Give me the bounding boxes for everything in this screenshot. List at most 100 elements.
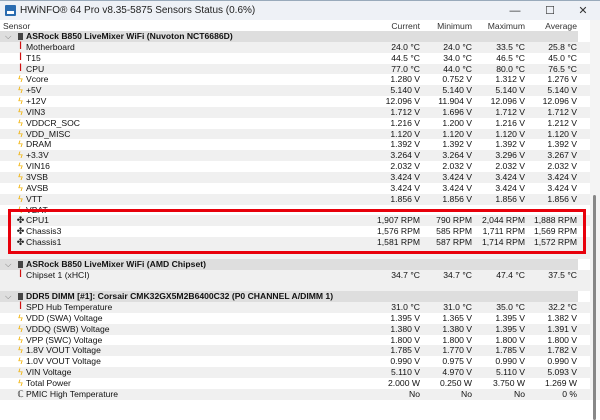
maximize-button[interactable]: ☐ [535,3,565,19]
value-average: 1.856 V [547,193,577,204]
value-average: 12.096 V [542,96,577,107]
chip-icon [18,260,23,268]
column-maximum[interactable]: Maximum [465,21,525,31]
column-minimum[interactable]: Minimum [412,21,472,31]
chevron-down-icon[interactable]: ⌵ [5,291,12,302]
thermometer-icon: ǀ [19,51,22,63]
value-maximum: 5.140 V [495,85,525,96]
value-average: 1.212 V [547,117,577,128]
value-average: 5.140 V [547,85,577,96]
value-maximum: 80.0 °C [496,63,525,74]
value-minimum: 3.264 V [442,150,472,161]
value-minimum: No [461,388,472,399]
section-header[interactable]: ⌵ ASRock B850 LiveMixer WiFi (AMD Chipset… [0,258,578,270]
sensor-row[interactable]: ϟ Vcore 1.280 V 0.752 V 1.312 V 1.276 V [0,74,590,85]
sensor-label: Chipset 1 (xHCI) [26,269,90,280]
column-sensor[interactable]: Sensor [3,21,30,31]
sensor-row[interactable]: ϟ VDDCR_SOC 1.216 V 1.200 V 1.216 V 1.212 V [0,118,590,129]
section-header[interactable]: ⌵ ASRock B850 LiveMixer WiFi (Nuvoton NCT… [0,31,578,42]
value-current: 1.120 V [390,128,420,139]
value-current: 34.7 °C [391,269,420,280]
value-minimum: 5.140 V [442,85,472,96]
value-maximum: 1.785 V [495,345,525,356]
sensor-row[interactable]: ǀ SPD Hub Temperature 31.0 °C 31.0 °C 35.0 °… [0,301,590,313]
value-minimum: 1.856 V [442,193,472,204]
bolt-icon: ϟ [18,193,23,204]
scrollbar[interactable] [590,20,600,420]
section-header[interactable]: ⌵ DDR5 DIMM [#1]: Corsair CMK32GX5M2B6400… [0,291,578,303]
sensor-label: DRAM [26,139,52,150]
sensor-row[interactable]: ǀ Chipset 1 (xHCI) 34.7 °C 34.7 °C 47.4 °C 37… [0,269,590,281]
sensor-row[interactable]: ϟ VIN Voltage 5.110 V 4.970 V 5.110 V 5.093 V [0,367,590,378]
sensor-row[interactable]: ℂ PMIC High Temperature No No No 0 % [0,388,590,400]
scrollbar-thumb[interactable] [593,195,596,420]
value-maximum: 1.395 V [495,323,525,334]
sensor-row[interactable]: ϟ Total Power 2.000 W 0.250 W 3.750 W 1.269 W [0,378,590,389]
sensor-label: +5V [26,85,42,96]
value-maximum: 5.110 V [496,367,525,378]
value-minimum: 0.752 V [442,74,472,85]
sensor-row[interactable]: ϟ 3VSB 3.424 V 3.424 V 3.424 V 3.424 V [0,171,590,183]
value-average: 1.269 W [544,378,577,388]
sensor-row[interactable]: ϟ VDD (SWA) Voltage 1.395 V 1.365 V 1.395 V 1… [0,313,590,324]
value-current: 2.000 W [387,378,420,388]
chevron-down-icon[interactable]: ⌵ [5,31,12,42]
value-maximum: 3.296 V [495,150,525,161]
column-average[interactable]: Average [517,21,577,31]
sensor-row[interactable]: ϟ +3.3V 3.264 V 3.264 V 3.296 V 3.267 V [0,150,590,162]
minimize-button[interactable]: — [500,3,530,19]
sensor-row[interactable]: ϟ VDDQ (SWB) Voltage 1.380 V 1.380 V 1.395 V… [0,323,590,335]
value-minimum: 1.392 V [442,139,472,150]
sensor-row[interactable]: ǀ T15 44.5 °C 34.0 °C 46.5 °C 45.0 °C [0,51,590,64]
value-current: 5.140 V [390,85,420,96]
column-current[interactable]: Current [360,21,420,31]
value-current: 1.856 V [390,193,420,204]
sensor-label: Motherboard [26,41,75,52]
value-minimum: 34.7 °C [443,269,472,280]
sensor-row[interactable]: ϟ AVSB 3.424 V 3.424 V 3.424 V 3.424 V [0,183,590,194]
value-current: 1.800 V [390,334,420,345]
window-title: HWiNFO® 64 Pro v8.35-5875 Sensors Status… [20,5,256,16]
sensor-row[interactable]: ϟ VPP (SWC) Voltage 1.800 V 1.800 V 1.800 V 1… [0,335,590,346]
sensor-row[interactable]: ϟ VIN3 1.712 V 1.696 V 1.712 V 1.712 V [0,106,590,118]
value-minimum: 0.975 V [442,356,472,367]
sensor-row[interactable]: ϟ DRAM 1.392 V 1.392 V 1.392 V 1.392 V [0,139,590,150]
sensor-label: VDD (SWA) Voltage [26,312,103,323]
value-average: 5.093 V [547,367,577,378]
value-average: 37.5 °C [548,269,577,280]
value-maximum: 33.5 °C [496,41,525,52]
value-current: 3.424 V [390,171,420,182]
sensor-label: 3VSB [26,171,48,182]
value-average: 3.424 V [547,182,577,193]
value-minimum: 31.0 °C [443,302,472,313]
sensor-row[interactable]: ϟ 1.0V VOUT Voltage 0.990 V 0.975 V 0.990 V 0… [0,356,590,367]
thermometer-icon: ǀ [19,301,22,313]
sensor-row[interactable]: ǀ CPU 77.0 °C 44.0 °C 80.0 °C 76.5 °C [0,63,590,75]
bolt-icon: ϟ [18,182,23,193]
value-current: 12.096 V [385,96,420,107]
chevron-down-icon[interactable]: ⌵ [5,259,12,270]
sensor-row[interactable]: ϟ VIN16 2.032 V 2.032 V 2.032 V 2.032 V [0,161,590,172]
sensor-row[interactable]: ϟ VDD_MISC 1.120 V 1.120 V 1.120 V 1.120 V [0,128,590,140]
section-label: ASRock B850 LiveMixer WiFi (Nuvoton NCT6… [26,31,233,41]
sensor-row[interactable]: ǀ Motherboard 24.0 °C 24.0 °C 33.5 °C 25.8 °C [0,41,590,53]
value-average: 25.8 °C [548,41,577,52]
value-maximum: 1.856 V [495,193,525,204]
sensor-label: CPU [26,63,45,74]
value-minimum: 34.0 °C [443,52,472,63]
sensor-label: +12V [26,96,47,107]
value-maximum: 47.4 °C [496,269,525,280]
value-minimum: 1.800 V [442,334,472,345]
value-current: 1.380 V [390,323,420,334]
close-button[interactable]: ✕ [568,3,598,19]
value-maximum: 12.096 V [490,96,525,107]
sensor-row[interactable]: ϟ VTT 1.856 V 1.856 V 1.856 V 1.856 V [0,193,590,205]
value-minimum: 3.424 V [442,171,472,182]
sensor-label: VDDCR_SOC [26,117,80,128]
sensor-row[interactable]: ϟ +12V 12.096 V 11.904 V 12.096 V 12.096 V [0,96,590,107]
sensor-row[interactable]: ϟ 1.8V VOUT Voltage 1.785 V 1.770 V 1.785 V 1… [0,345,590,357]
sensor-row[interactable]: ϟ +5V 5.140 V 5.140 V 5.140 V 5.140 V [0,85,590,97]
value-average: 1.712 V [547,106,577,117]
value-average: 0.990 V [547,356,577,367]
value-current: 2.032 V [390,161,420,172]
